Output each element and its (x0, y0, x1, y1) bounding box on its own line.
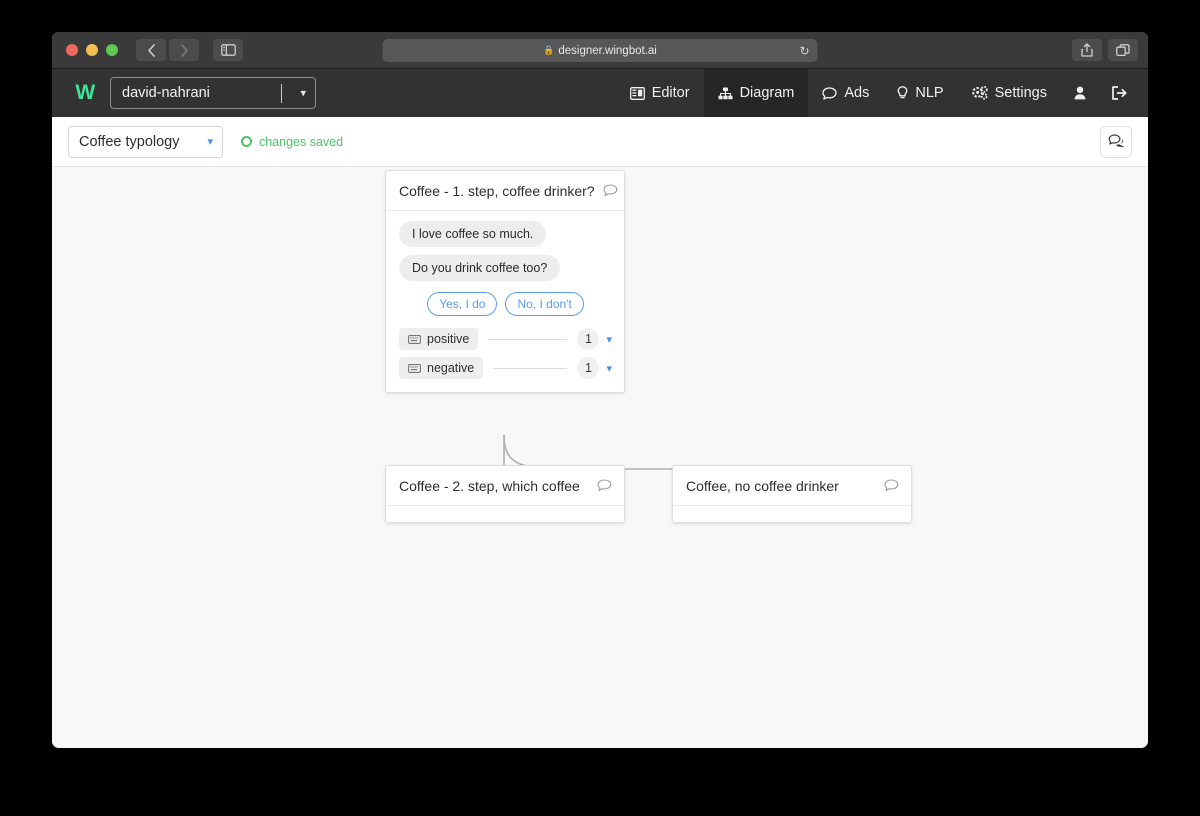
flow-node-2-title: Coffee - 2. step, which coffee (399, 477, 580, 494)
flow-node-3-body (673, 506, 911, 522)
chevron-down-icon[interactable]: ▾ (606, 333, 612, 346)
flow-toolbar: Coffee typology ▾ changes saved (52, 117, 1148, 167)
chevron-down-icon: ▾ (207, 136, 213, 148)
logout-icon (1112, 86, 1127, 100)
intent-row-negative: negative 1 ▾ (399, 357, 612, 379)
flow-node-1[interactable]: Coffee - 1. step, coffee drinker? I love… (385, 170, 625, 393)
nav-item-editor[interactable]: Editor (616, 69, 704, 117)
flow-selector[interactable]: Coffee typology ▾ (68, 125, 223, 158)
flow-node-1-header[interactable]: Coffee - 1. step, coffee drinker? (386, 171, 624, 211)
nav-item-editor-label: Editor (651, 85, 690, 101)
forward-button[interactable] (169, 39, 199, 61)
maximize-window-button[interactable] (106, 44, 118, 56)
main-nav-items: Editor Diagram Ads NLP Settings (616, 69, 1148, 117)
tab-overview-icon (1116, 43, 1130, 56)
chevron-left-icon (147, 43, 155, 57)
circle-ring-icon (241, 136, 252, 147)
back-button[interactable] (136, 39, 166, 61)
browser-nav-group (136, 39, 199, 61)
diagram-icon (718, 87, 733, 100)
close-window-button[interactable] (66, 44, 78, 56)
new-tab-button[interactable]: + (1140, 45, 1148, 71)
nav-item-settings[interactable]: Settings (958, 69, 1061, 117)
intent-label-positive: positive (427, 332, 470, 346)
quick-reply-no[interactable]: No, I don't (505, 292, 584, 316)
flow-node-2-header[interactable]: Coffee - 2. step, which coffee (386, 466, 624, 506)
intent-row-positive: positive 1 ▾ (399, 328, 612, 350)
flow-node-2-body (386, 506, 624, 522)
chevron-down-icon[interactable]: ▾ (606, 362, 612, 375)
intent-chip-negative[interactable]: negative (399, 357, 484, 379)
flow-node-3-header[interactable]: Coffee, no coffee drinker (673, 466, 911, 506)
message-list: I love coffee so much. Do you drink coff… (399, 221, 612, 289)
account-button[interactable] (1061, 69, 1099, 117)
flow-node-1-title: Coffee - 1. step, coffee drinker? (399, 182, 595, 199)
flow-node-1-body: I love coffee so much. Do you drink coff… (386, 211, 624, 392)
browser-toolbar: 🔒 designer.wingbot.ai ↻ + (52, 32, 1148, 69)
chevron-right-icon (180, 43, 188, 57)
flow-node-3-title: Coffee, no coffee drinker (686, 477, 839, 494)
nav-item-ads-label: Ads (844, 85, 870, 101)
user-icon (1074, 86, 1086, 100)
speech-bubble-icon[interactable] (884, 478, 899, 493)
lightbulb-icon (897, 86, 908, 100)
save-status: changes saved (241, 135, 343, 149)
lock-icon: 🔒 (543, 45, 555, 55)
nav-item-ads[interactable]: Ads (808, 69, 883, 117)
bot-name-label: david-nahrani (122, 85, 210, 101)
save-status-label: changes saved (259, 134, 344, 149)
tab-overview-button[interactable] (1108, 39, 1138, 61)
speech-bubble-icon[interactable] (597, 478, 612, 493)
message-bubble[interactable]: Do you drink coffee too? (399, 255, 561, 281)
window-controls (66, 44, 118, 56)
intent-connector-line (493, 367, 568, 369)
sidebar-toggle-button[interactable] (213, 39, 243, 61)
quick-reply-yes[interactable]: Yes, I do (427, 292, 498, 316)
reload-button[interactable]: ↻ (799, 45, 809, 57)
gears-icon (971, 86, 988, 100)
comments-button[interactable] (1100, 125, 1132, 158)
intent-count-negative: 1 (577, 357, 600, 379)
nav-item-settings-label: Settings (994, 85, 1047, 101)
chevron-down-icon: ▾ (300, 87, 306, 100)
diagram-canvas[interactable]: Coffee - 1. step, coffee drinker? I love… (52, 167, 1148, 748)
message-bubble[interactable]: I love coffee so much. (399, 221, 547, 247)
wingbot-logo[interactable]: W (68, 81, 102, 105)
nav-item-diagram-label: Diagram (739, 85, 795, 101)
nav-item-nlp[interactable]: NLP (883, 69, 957, 117)
sidebar-toggle-icon (220, 44, 236, 56)
flow-node-3[interactable]: Coffee, no coffee drinker (672, 465, 912, 523)
share-button[interactable] (1072, 39, 1102, 61)
keyboard-icon (408, 334, 421, 344)
nav-item-diagram[interactable]: Diagram (703, 69, 809, 117)
bot-selector[interactable]: david-nahrani ▾ (110, 77, 316, 109)
url-text: designer.wingbot.ai (558, 44, 657, 57)
intent-chip-positive[interactable]: positive (399, 328, 479, 350)
editor-icon (629, 86, 645, 100)
selector-divider (281, 84, 282, 103)
chat-bubble-icon (822, 86, 838, 100)
keyboard-icon (408, 363, 421, 373)
comments-icon (1108, 134, 1124, 148)
nav-item-nlp-label: NLP (915, 85, 944, 101)
intent-connector-line (488, 338, 568, 340)
flow-node-2[interactable]: Coffee - 2. step, which coffee (385, 465, 625, 523)
intent-label-negative: negative (427, 361, 475, 375)
logout-button[interactable] (1099, 69, 1140, 117)
flow-name-label: Coffee typology (79, 133, 180, 150)
address-bar[interactable]: 🔒 designer.wingbot.ai ↻ (382, 39, 818, 62)
intent-count-positive: 1 (577, 328, 600, 350)
quick-reply-list: Yes, I do No, I don't (399, 292, 612, 316)
app-top-nav: W david-nahrani ▾ Editor Diagram Ads NLP… (52, 69, 1148, 117)
browser-window: 🔒 designer.wingbot.ai ↻ + W (52, 32, 1148, 748)
speech-bubble-icon[interactable] (603, 183, 618, 198)
browser-right-controls: + (1072, 39, 1148, 68)
minimize-window-button[interactable] (86, 44, 98, 56)
share-icon (1081, 43, 1093, 57)
